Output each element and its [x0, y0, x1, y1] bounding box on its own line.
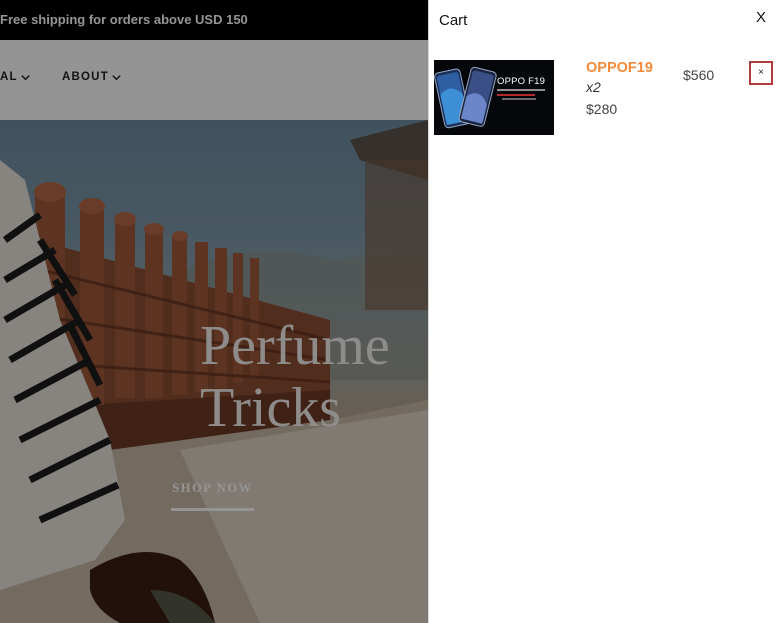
close-icon[interactable]: X — [751, 8, 771, 28]
product-image — [434, 60, 554, 135]
remove-icon[interactable]: × — [749, 61, 773, 85]
storefront-background: Free shipping for orders above USD 150 A… — [0, 0, 428, 623]
cart-backdrop-overlay[interactable] — [0, 0, 428, 623]
cart-line-item: OPPO F19 OPPOF19 x2 $280 $560 × — [434, 60, 774, 136]
cart-title: Cart — [439, 12, 468, 29]
line-item-total: $560 — [683, 67, 715, 83]
product-quantity: x2 — [586, 79, 601, 95]
product-name-link[interactable]: OPPOF19 — [586, 60, 653, 76]
thumbnail-product-label: OPPO F19 — [497, 76, 546, 87]
product-thumbnail[interactable]: OPPO F19 — [434, 60, 554, 135]
product-unit-price: $280 — [586, 101, 618, 117]
cart-drawer: Cart X OPPO F19 OPPOF19 x2 $280 $560 × — [428, 0, 778, 623]
